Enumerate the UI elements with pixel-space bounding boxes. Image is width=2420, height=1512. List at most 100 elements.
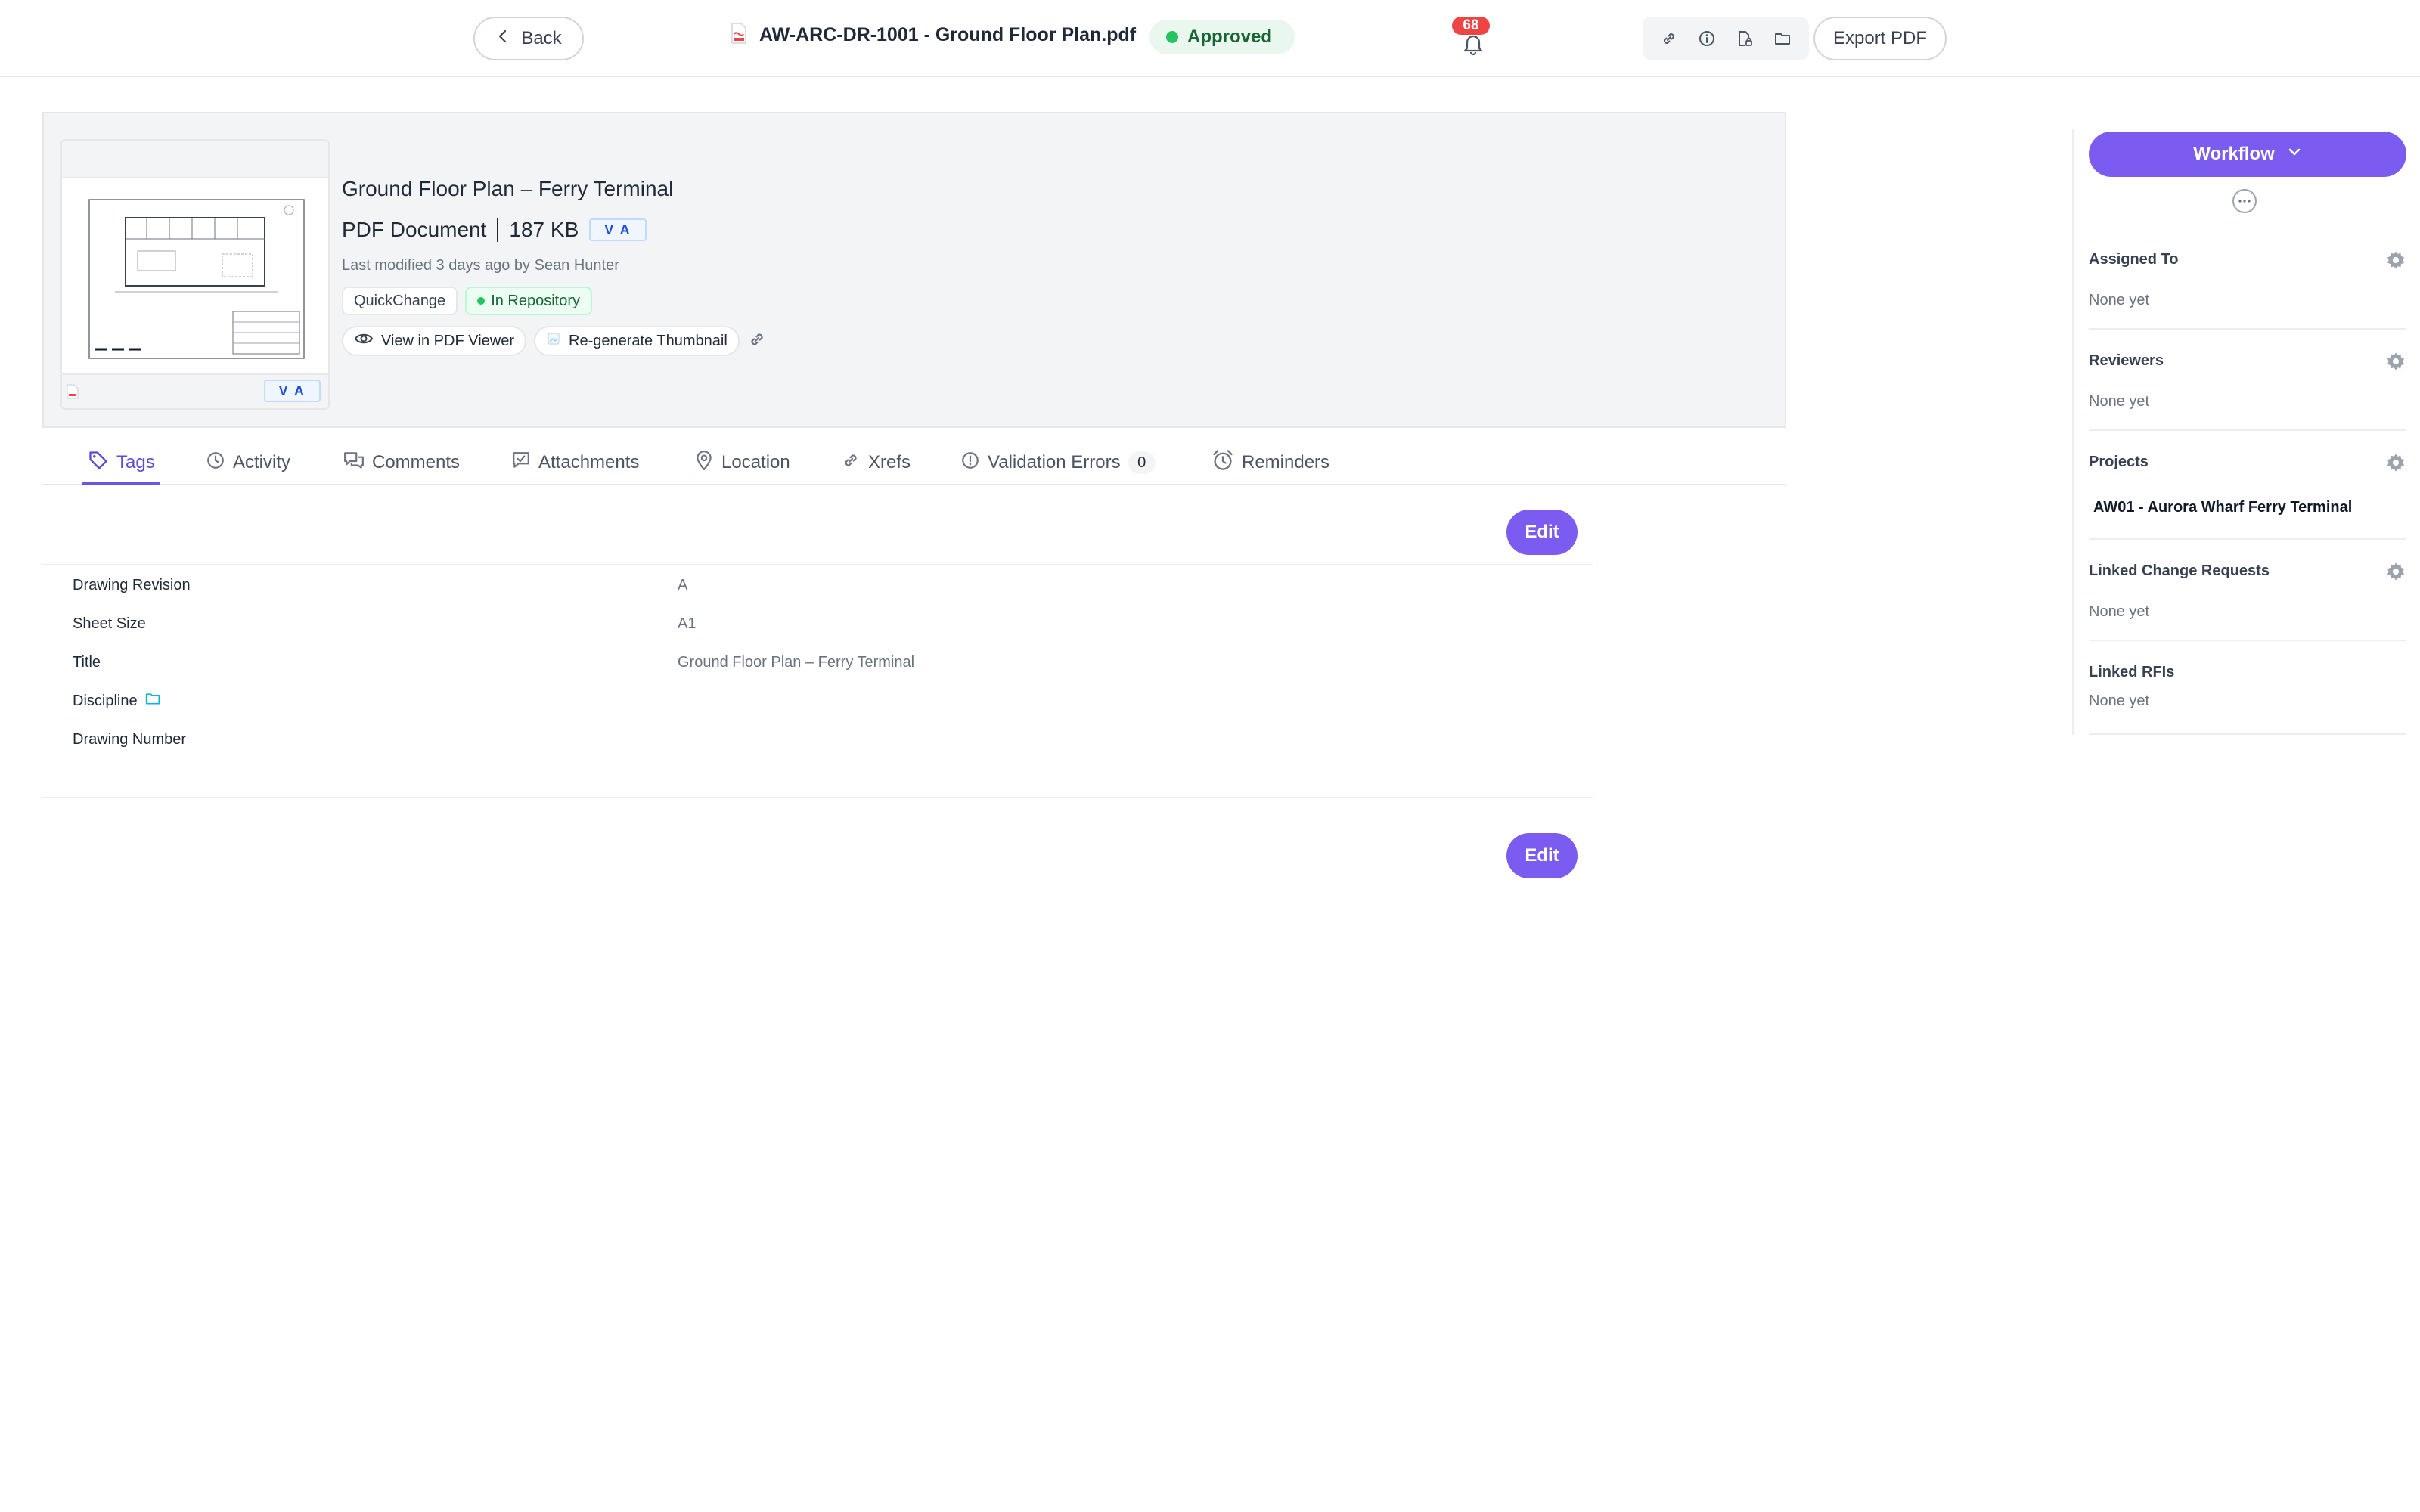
gear-icon[interactable] — [2385, 351, 2406, 372]
back-label: Back — [521, 28, 562, 48]
link-icon — [841, 451, 861, 476]
folder-icon[interactable] — [1767, 23, 1798, 54]
chevron-down-icon — [2287, 144, 2302, 165]
section-value: None yet — [2089, 393, 2150, 410]
tag-row: Sheet Size A1 — [73, 609, 1509, 639]
section-value: None yet — [2089, 292, 2150, 308]
tab-label: Reminders — [1242, 452, 1330, 472]
alert-circle-icon — [960, 451, 980, 476]
thumbnail-footer: V A — [62, 373, 328, 408]
top-bar: Back AW-ARC-DR-1001 - Ground Floor Plan.… — [0, 0, 2420, 77]
edit-tags-button[interactable]: Edit — [1506, 510, 1578, 555]
section-title: Projects — [2089, 454, 2149, 470]
more-options-icon[interactable] — [2232, 189, 2257, 213]
section-title: Linked RFIs — [2089, 664, 2175, 680]
tab-validation-errors[interactable]: Validation Errors 0 — [960, 440, 1156, 485]
document-title-area: AW-ARC-DR-1001 - Ground Floor Plan.pdf — [731, 23, 1136, 48]
tab-reminders[interactable]: Reminders — [1212, 440, 1329, 485]
link-icon[interactable] — [1653, 23, 1685, 54]
active-tab-indicator — [82, 482, 160, 485]
tag-row: Title Ground Floor Plan – Ferry Terminal — [73, 647, 1509, 677]
tab-label: Tags — [116, 452, 155, 472]
section-value: None yet — [2089, 603, 2150, 620]
tag-value: Ground Floor Plan – Ferry Terminal — [678, 653, 915, 671]
status-dot — [1166, 31, 1178, 43]
repository-chip: In Repository — [465, 287, 593, 315]
image-icon — [546, 331, 561, 351]
tab-xrefs[interactable]: Xrefs — [841, 440, 911, 485]
document-name: Ground Floor Plan – Ferry Terminal — [342, 177, 674, 200]
repository-dot — [477, 297, 486, 305]
document-title: AW-ARC-DR-1001 - Ground Floor Plan.pdf — [759, 24, 1137, 45]
tag-label: Sheet Size — [73, 615, 146, 632]
location-pin-icon — [694, 450, 714, 476]
version-badge: V A — [589, 218, 647, 241]
pdf-file-icon — [67, 384, 79, 403]
section-title: Reviewers — [2089, 352, 2164, 369]
regenerate-label: Re-generate Thumbnail — [569, 332, 728, 349]
notifications-button[interactable]: 68 — [1452, 17, 1494, 59]
thumbnail-header — [62, 141, 328, 178]
divider — [42, 797, 1593, 798]
edit-tags-button-bottom[interactable]: Edit — [1506, 833, 1578, 878]
workflow-button[interactable]: Workflow — [2089, 132, 2406, 177]
document-toolbar — [1643, 17, 1809, 60]
comments-icon — [343, 451, 365, 476]
reviewers-section: Reviewers None yet — [2089, 352, 2406, 431]
bell-icon — [1461, 32, 1485, 60]
tag-value: A — [678, 576, 688, 593]
details-side-panel: Workflow Assigned To None yet Reviewers … — [2072, 129, 2420, 735]
tab-activity[interactable]: Activity — [206, 440, 290, 485]
tag-icon — [88, 450, 109, 476]
separator — [497, 218, 499, 242]
view-label: View in PDF Viewer — [381, 332, 514, 349]
alarm-icon — [1212, 449, 1234, 477]
tag-row: Drawing Revision A — [73, 570, 1509, 600]
document-actions: View in PDF Viewer Re-generate Thumbnail — [342, 326, 767, 356]
version-badge: V A — [263, 380, 321, 402]
tab-label: Xrefs — [868, 452, 911, 472]
folder-icon[interactable] — [145, 692, 160, 710]
view-in-pdf-viewer-button[interactable]: View in PDF Viewer — [342, 326, 526, 356]
document-type: PDF Document — [342, 218, 487, 241]
tag-row: Drawing Number — [73, 724, 1509, 754]
tab-label: Comments — [372, 452, 461, 472]
linked-change-requests-section: Linked Change Requests None yet — [2089, 562, 2406, 641]
tab-label: Validation Errors — [988, 452, 1121, 472]
tab-label: Activity — [233, 452, 291, 472]
export-pdf-button[interactable]: Export PDF — [1813, 17, 1947, 60]
linked-rfis-section: Linked RFIs None yet — [2089, 664, 2406, 735]
attachment-icon — [511, 451, 531, 476]
last-modified: Last modified 3 days ago by Sean Hunter — [342, 257, 619, 274]
gear-icon[interactable] — [2385, 249, 2406, 271]
tab-location[interactable]: Location — [694, 440, 790, 485]
status-badge: Approved — [1150, 20, 1295, 54]
tag-label-discipline: Discipline — [73, 692, 678, 710]
tab-label: Attachments — [538, 452, 640, 472]
tag-value: A1 — [678, 615, 697, 632]
validation-error-count: 0 — [1128, 451, 1156, 474]
tab-tags[interactable]: Tags — [88, 440, 155, 485]
gear-icon[interactable] — [2385, 561, 2406, 582]
document-tabs: Tags Activity Comments Attachments Locat… — [42, 440, 1786, 485]
project-link[interactable]: AW01 - Aurora Wharf Ferry Terminal — [2093, 499, 2352, 516]
info-icon[interactable] — [1691, 23, 1723, 54]
assigned-to-section: Assigned To None yet — [2089, 251, 2406, 330]
gear-icon[interactable] — [2385, 452, 2406, 473]
repository-label: In Repository — [491, 292, 581, 309]
pdf-file-icon — [731, 23, 747, 48]
tag-row: Discipline — [73, 686, 1509, 716]
tab-attachments[interactable]: Attachments — [511, 440, 639, 485]
workflow-label: Workflow — [2193, 144, 2275, 164]
tab-label: Location — [721, 452, 790, 472]
chevron-left-icon — [495, 28, 510, 49]
status-label: Approved — [1187, 26, 1273, 47]
tab-comments[interactable]: Comments — [343, 440, 460, 485]
file-lock-icon[interactable] — [1729, 23, 1761, 54]
document-thumbnail[interactable]: V A — [60, 139, 330, 410]
section-title: Assigned To — [2089, 251, 2179, 268]
back-button[interactable]: Back — [473, 17, 584, 60]
copy-link-icon[interactable] — [747, 330, 767, 353]
section-title: Linked Change Requests — [2089, 562, 2270, 579]
regenerate-thumbnail-button[interactable]: Re-generate Thumbnail — [534, 326, 740, 356]
